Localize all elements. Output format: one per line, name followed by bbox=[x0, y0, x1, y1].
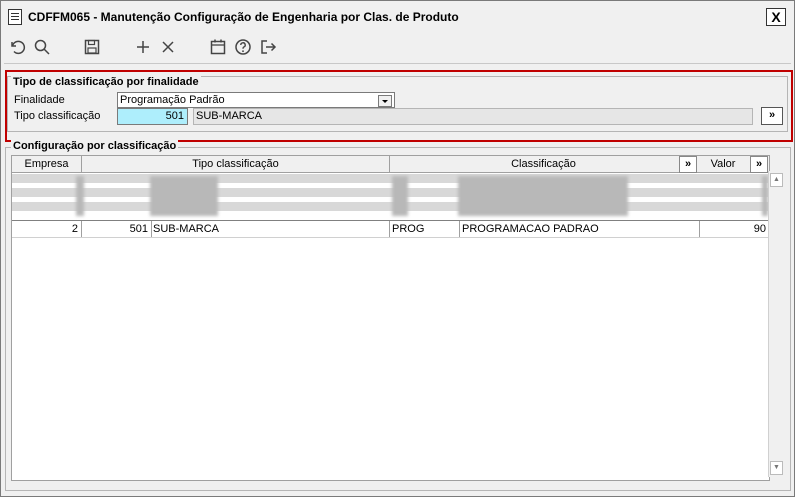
config-grid: Empresa Tipo classificação Classificação… bbox=[11, 155, 770, 481]
close-button[interactable]: X bbox=[766, 8, 786, 26]
classificacao-expand-button[interactable]: » bbox=[679, 156, 697, 173]
cell-tipo-desc: SUB-MARCA bbox=[152, 221, 390, 237]
column-header-tipo-classificacao[interactable]: Tipo classificação bbox=[82, 156, 390, 172]
add-icon[interactable] bbox=[132, 36, 154, 58]
tipo-classificacao-description: SUB-MARCA bbox=[193, 108, 753, 125]
search-icon[interactable] bbox=[31, 36, 53, 58]
cell-class-code: PROG bbox=[390, 221, 460, 237]
cell-valor: 90 bbox=[753, 223, 766, 235]
grid-vertical-scrollbar[interactable]: ▲ ▼ bbox=[768, 171, 783, 477]
obscured-row bbox=[12, 202, 769, 211]
obscured-cell bbox=[458, 176, 628, 216]
chevron-down-icon[interactable] bbox=[378, 95, 392, 107]
column-header-valor[interactable]: Valor bbox=[698, 156, 748, 172]
main-window: CDFFM065 - Manutenção Configuração de En… bbox=[0, 0, 795, 497]
cell-empresa: 2 bbox=[12, 221, 82, 237]
column-header-classificacao[interactable]: Classificação bbox=[390, 156, 697, 172]
finalidade-select[interactable]: Programação Padrão bbox=[117, 92, 395, 108]
tipo-classificacao-code-input[interactable]: 501 bbox=[117, 108, 188, 125]
tipo-classificacao-lookup-button[interactable]: » bbox=[761, 107, 783, 125]
toolbar bbox=[1, 33, 794, 61]
tipo-classificacao-code: 501 bbox=[165, 110, 184, 122]
calendar-icon[interactable] bbox=[207, 36, 229, 58]
exit-icon[interactable] bbox=[257, 36, 279, 58]
tipo-classificacao-desc-text: SUB-MARCA bbox=[196, 110, 263, 122]
obscured-cell bbox=[392, 176, 408, 216]
title-bar: CDFFM065 - Manutenção Configuração de En… bbox=[1, 1, 794, 31]
obscured-cell bbox=[76, 176, 84, 216]
obscured-cell bbox=[150, 176, 218, 216]
column-header-empresa[interactable]: Empresa bbox=[12, 156, 82, 172]
document-icon bbox=[8, 9, 22, 25]
undo-icon[interactable] bbox=[6, 36, 28, 58]
cell-class-desc: PROGRAMACAO PADRAO bbox=[460, 221, 700, 237]
valor-expand-button[interactable]: » bbox=[750, 156, 768, 173]
finalidade-label: Finalidade bbox=[14, 94, 65, 106]
delete-icon[interactable] bbox=[157, 36, 179, 58]
config-group-legend: Configuração por classificação bbox=[11, 140, 179, 152]
tipo-classificacao-label: Tipo classificação bbox=[14, 110, 101, 122]
grid-header: Empresa Tipo classificação Classificação… bbox=[12, 156, 769, 173]
help-icon[interactable] bbox=[232, 36, 254, 58]
table-row[interactable]: 2 501 SUB-MARCA PROG PROGRAMACAO PADRAO … bbox=[12, 220, 769, 238]
filter-group-legend: Tipo de classificação por finalidade bbox=[11, 76, 201, 88]
obscured-row bbox=[12, 188, 769, 197]
finalidade-value: Programação Padrão bbox=[120, 94, 225, 106]
obscured-row bbox=[12, 174, 769, 183]
toolbar-divider bbox=[4, 63, 791, 64]
scroll-up-icon[interactable]: ▲ bbox=[770, 173, 783, 187]
save-icon[interactable] bbox=[81, 36, 103, 58]
window-title: CDFFM065 - Manutenção Configuração de En… bbox=[28, 10, 459, 24]
scroll-down-icon[interactable]: ▼ bbox=[770, 461, 783, 475]
cell-tipo-code: 501 bbox=[82, 221, 152, 237]
